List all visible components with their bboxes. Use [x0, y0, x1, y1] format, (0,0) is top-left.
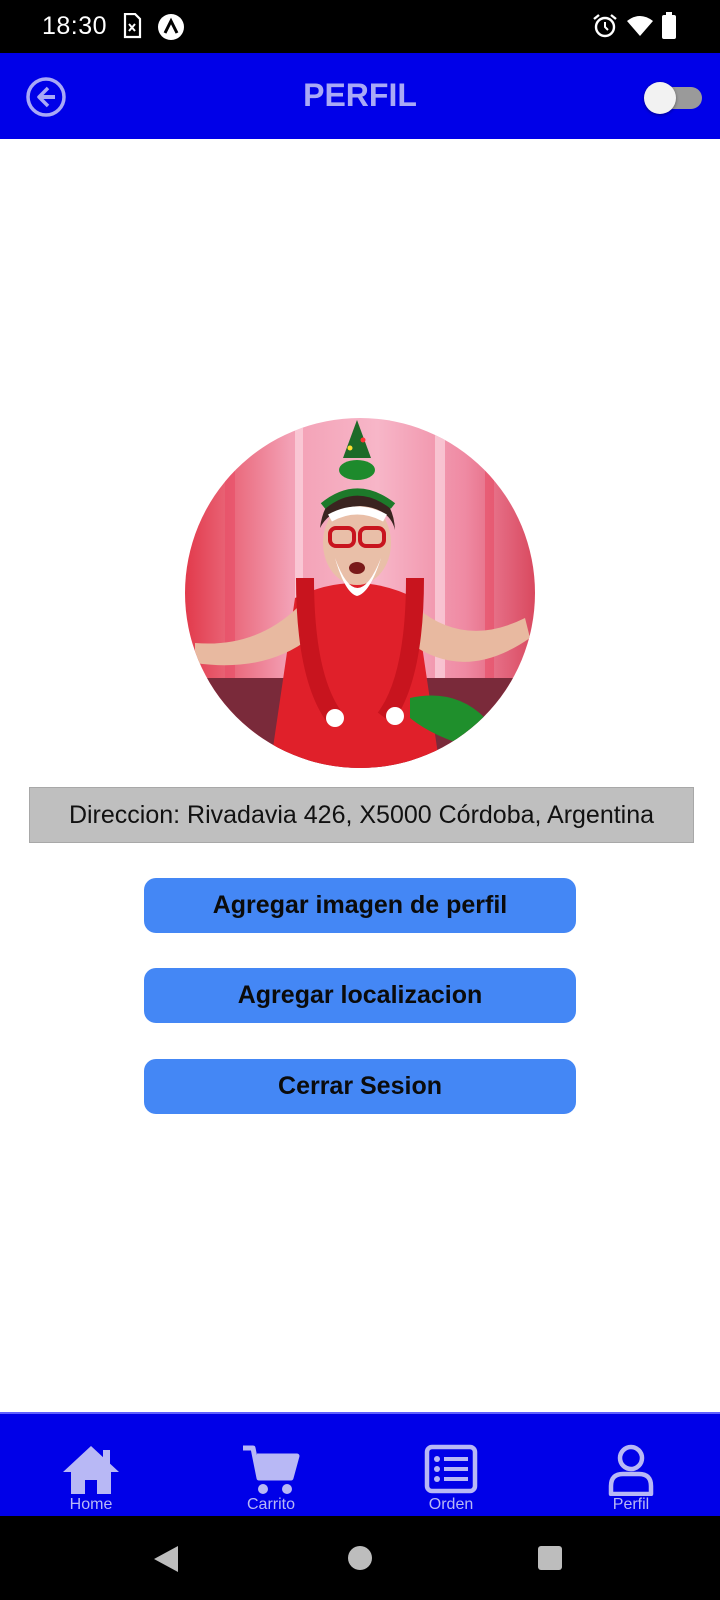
app-header: PERFIL	[0, 53, 720, 139]
bottom-navigation: Home Carrito Orden Perfil	[0, 1412, 720, 1516]
page-title: PERFIL	[303, 77, 417, 113]
user-icon	[608, 1444, 654, 1496]
system-navigation-bar	[0, 1516, 720, 1600]
logout-button[interactable]: Cerrar Sesion	[144, 1059, 576, 1114]
nav-item-carrito[interactable]: Carrito	[211, 1414, 331, 1518]
status-bar: 18:30	[0, 0, 720, 53]
wifi-icon	[627, 16, 653, 36]
status-time: 18:30	[42, 12, 108, 40]
list-icon	[424, 1444, 478, 1494]
cart-icon	[243, 1445, 300, 1494]
address-label: Direccion: Rivadavia 426, X5000 Córdoba,…	[29, 787, 694, 843]
home-circle-icon[interactable]	[347, 1545, 373, 1571]
theme-toggle[interactable]	[644, 82, 702, 114]
recents-square-icon[interactable]	[537, 1545, 563, 1571]
battery-icon	[662, 12, 676, 39]
profile-photo	[185, 418, 535, 768]
add-profile-image-button[interactable]: Agregar imagen de perfil	[144, 878, 576, 933]
home-icon	[63, 1446, 119, 1494]
nav-label: Orden	[428, 1496, 474, 1513]
nav-label: Home	[69, 1496, 113, 1513]
profile-avatar	[185, 418, 535, 768]
nav-label: Perfil	[612, 1496, 650, 1513]
sim-card-icon	[123, 13, 142, 39]
nav-item-orden[interactable]: Orden	[391, 1414, 511, 1518]
add-location-button[interactable]: Agregar localizacion	[144, 968, 576, 1023]
toggle-thumb	[644, 82, 676, 114]
app-a-icon	[158, 14, 184, 40]
nav-label: Carrito	[246, 1496, 295, 1513]
nav-item-home[interactable]: Home	[31, 1414, 151, 1518]
nav-item-perfil[interactable]: Perfil	[571, 1414, 691, 1518]
alarm-icon	[593, 14, 617, 38]
back-triangle-icon[interactable]	[152, 1544, 180, 1574]
